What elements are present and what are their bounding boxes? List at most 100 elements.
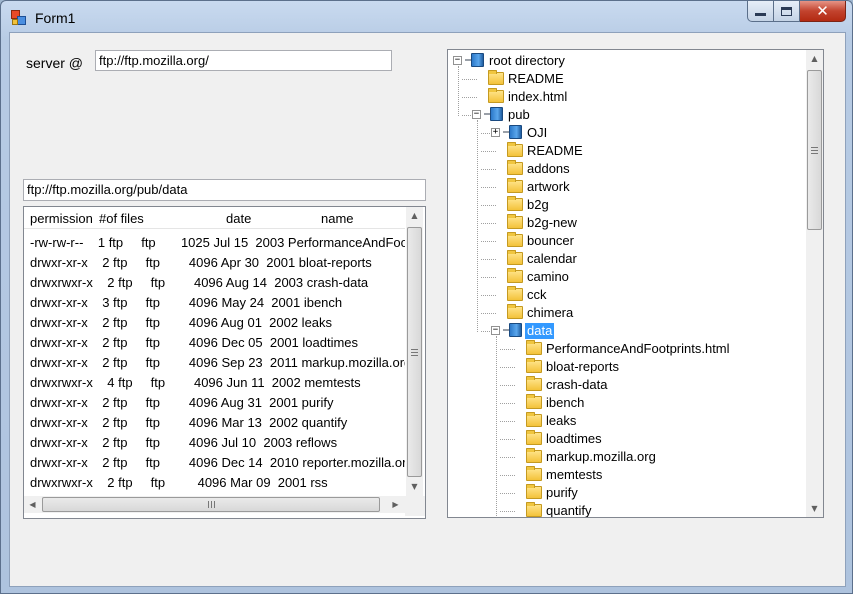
tree-node[interactable]: purify: [448, 484, 804, 502]
list-header: permission #of files date name: [24, 207, 405, 229]
collapse-icon[interactable]: −: [491, 326, 500, 335]
list-item[interactable]: drwxr-xr-x 2 ftp ftp 4096 Apr 30 2001 bl…: [24, 253, 405, 273]
tree-node-label: data: [525, 323, 555, 339]
list-item[interactable]: drwxrwxr-x 2 ftp ftp 4096 Mar 09 2001 rs…: [24, 473, 405, 493]
server-input[interactable]: ftp://ftp.mozilla.org/: [95, 50, 392, 71]
tree-node-label: bouncer: [527, 233, 574, 248]
book-icon: [484, 107, 503, 121]
tree-node[interactable]: bouncer: [448, 232, 804, 250]
folder-icon: [507, 250, 523, 265]
column-header-permission[interactable]: permission: [30, 211, 93, 226]
tree-scroll-up-button[interactable]: ▲: [806, 50, 823, 67]
tree-vertical-scrollbar[interactable]: ▲ ▼: [806, 50, 823, 517]
list-item[interactable]: drwxr-xr-x 2 ftp ftp 4096 Jul 10 2003 re…: [24, 433, 405, 453]
collapse-icon[interactable]: −: [472, 110, 481, 119]
path-input[interactable]: ftp://ftp.mozilla.org/pub/data: [23, 179, 426, 201]
tree-node[interactable]: camino: [448, 268, 804, 286]
folder-icon: [488, 88, 504, 103]
folder-icon: [507, 268, 523, 283]
tree-scroll-thumb[interactable]: [807, 70, 822, 230]
tree-node[interactable]: − pub: [448, 106, 804, 124]
list-item[interactable]: drwxr-xr-x 2 ftp ftp 4096 Dec 14 2010 re…: [24, 453, 405, 473]
list-item[interactable]: drwxr-xr-x 3 ftp ftp 4096 May 24 2001 ib…: [24, 293, 405, 313]
tree-node-label: markup.mozilla.org: [546, 449, 656, 464]
close-button[interactable]: ✕: [800, 1, 846, 22]
tree-scroll-down-button[interactable]: ▼: [806, 500, 823, 517]
folder-icon: [488, 70, 504, 85]
folder-icon: [526, 394, 542, 409]
scroll-left-button[interactable]: ◀: [24, 496, 41, 513]
expand-icon[interactable]: +: [491, 128, 500, 137]
tree-node[interactable]: addons: [448, 160, 804, 178]
horizontal-scroll-thumb[interactable]: [42, 497, 380, 512]
scrollbar-corner: [405, 496, 425, 516]
column-header-date[interactable]: date: [226, 211, 251, 226]
tree-node[interactable]: loadtimes: [448, 430, 804, 448]
tree-node[interactable]: artwork: [448, 178, 804, 196]
list-horizontal-scrollbar[interactable]: ◀ ▶: [24, 496, 405, 513]
scroll-right-button[interactable]: ▶: [387, 496, 404, 513]
tree-node[interactable]: bloat-reports: [448, 358, 804, 376]
tree-node[interactable]: markup.mozilla.org: [448, 448, 804, 466]
tree-node[interactable]: b2g: [448, 196, 804, 214]
folder-icon: [526, 340, 542, 355]
tree-node-label: ibench: [546, 395, 585, 410]
list-item[interactable]: -rw-rw-r-- 1 ftp ftp 1025 Jul 15 2003 Pe…: [24, 233, 405, 253]
folder-icon: [526, 448, 542, 463]
tree-node-label: bloat-reports: [546, 359, 619, 374]
folder-icon: [507, 178, 523, 193]
tree-node[interactable]: ibench: [448, 394, 804, 412]
tree-rows: − root directory README index.html − pub + OJI R…: [448, 52, 804, 518]
tree-node[interactable]: index.html: [448, 88, 804, 106]
book-icon: [465, 53, 484, 67]
tree-node[interactable]: README: [448, 70, 804, 88]
tree-node[interactable]: − root directory: [448, 52, 804, 70]
column-header-file-count[interactable]: #of files: [99, 211, 144, 226]
folder-icon: [507, 160, 523, 175]
file-list-view[interactable]: permission #of files date name -rw-rw-r-…: [23, 206, 426, 519]
tree-node[interactable]: calendar: [448, 250, 804, 268]
tree-node[interactable]: leaks: [448, 412, 804, 430]
tree-node[interactable]: PerformanceAndFootprints.html: [448, 340, 804, 358]
caption-buttons: ✕: [747, 1, 846, 23]
list-item[interactable]: drwxr-xr-x 2 ftp ftp 4096 Sep 23 2011 ma…: [24, 353, 405, 373]
close-icon: ✕: [816, 1, 829, 20]
tree-node-label: root directory: [489, 53, 565, 68]
scroll-up-button[interactable]: ▲: [406, 207, 423, 224]
list-item[interactable]: drwxr-xr-x 2 ftp ftp 4096 Dec 05 2001 lo…: [24, 333, 405, 353]
tree-node-label: loadtimes: [546, 431, 602, 446]
tree-node[interactable]: + OJI: [448, 124, 804, 142]
folder-icon: [507, 142, 523, 157]
folder-icon: [507, 232, 523, 247]
list-item[interactable]: drwxr-xr-x 2 ftp ftp 4096 Mar 13 2002 qu…: [24, 413, 405, 433]
tree-node[interactable]: README: [448, 142, 804, 160]
tree-node[interactable]: memtests: [448, 466, 804, 484]
list-item[interactable]: drwxr-xr-x 2 ftp ftp 4096 Aug 01 2002 le…: [24, 313, 405, 333]
collapse-icon[interactable]: −: [453, 56, 462, 65]
tree-node[interactable]: cck: [448, 286, 804, 304]
scroll-thumb[interactable]: [407, 227, 422, 477]
list-rows: -rw-rw-r-- 1 ftp ftp 1025 Jul 15 2003 Pe…: [24, 233, 405, 493]
tree-node-label: pub: [508, 107, 530, 122]
maximize-icon: [781, 6, 792, 16]
tree-node-label: purify: [546, 485, 578, 500]
tree-node[interactable]: chimera: [448, 304, 804, 322]
tree-node[interactable]: b2g-new: [448, 214, 804, 232]
tree-node-label: artwork: [527, 179, 570, 194]
list-vertical-scrollbar[interactable]: ▲ ▼: [406, 207, 423, 496]
list-item[interactable]: drwxrwxr-x 2 ftp ftp 4096 Aug 14 2003 cr…: [24, 273, 405, 293]
tree-node-label: quantify: [546, 503, 592, 518]
column-header-name[interactable]: name: [321, 211, 354, 226]
maximize-button[interactable]: [774, 1, 800, 22]
list-item[interactable]: drwxrwxr-x 4 ftp ftp 4096 Jun 11 2002 me…: [24, 373, 405, 393]
scroll-down-button[interactable]: ▼: [406, 478, 423, 495]
title-bar[interactable]: Form1 ✕: [1, 1, 852, 33]
list-item[interactable]: drwxr-xr-x 2 ftp ftp 4096 Aug 31 2001 pu…: [24, 393, 405, 413]
directory-tree-view[interactable]: − root directory README index.html − pub + OJI R…: [447, 49, 824, 518]
tree-node-label: README: [527, 143, 583, 158]
minimize-button[interactable]: [747, 1, 774, 22]
tree-node-label: b2g: [527, 197, 549, 212]
tree-node[interactable]: crash-data: [448, 376, 804, 394]
tree-node[interactable]: − data: [448, 322, 804, 340]
tree-node[interactable]: quantify: [448, 502, 804, 518]
